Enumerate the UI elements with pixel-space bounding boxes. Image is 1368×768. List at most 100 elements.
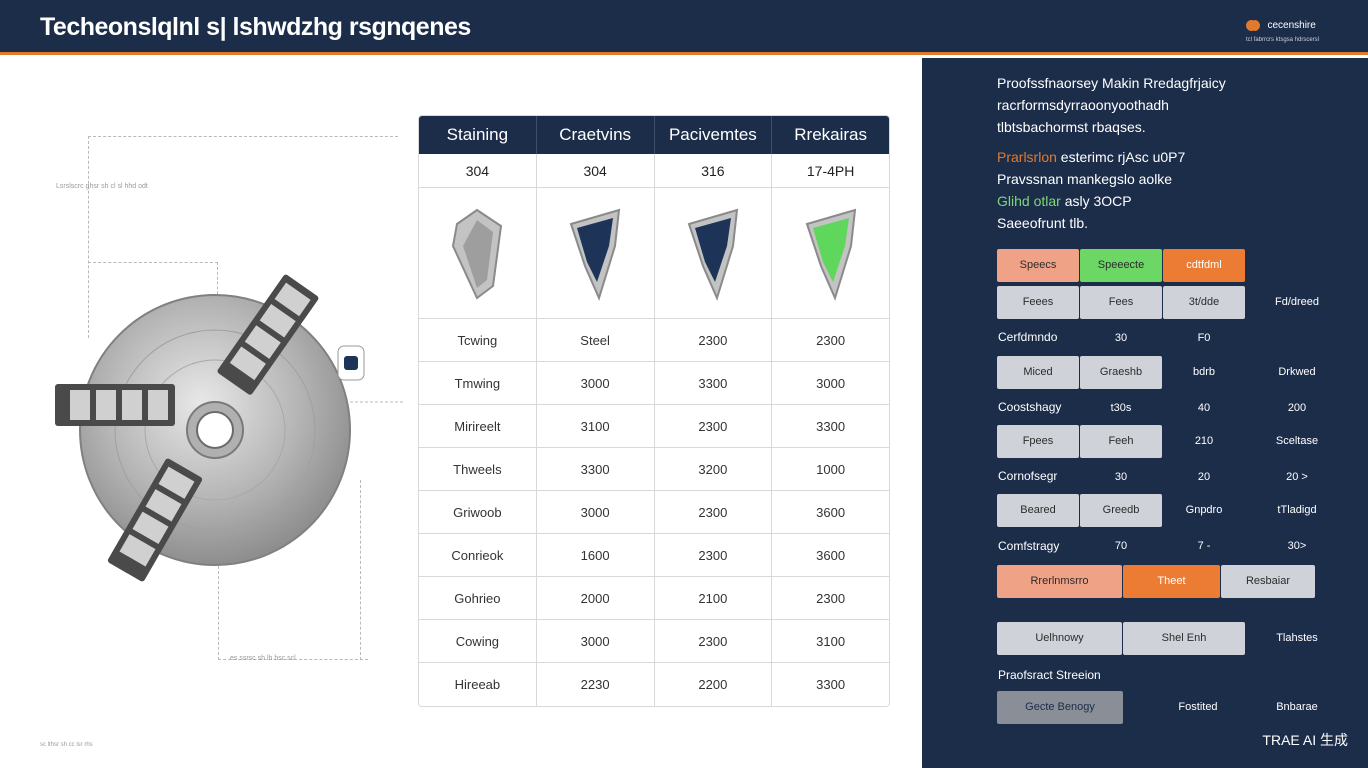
- strategy-value: Bnbarae: [1276, 701, 1318, 713]
- feed-tag[interactable]: Fees: [1080, 286, 1162, 319]
- material-tag[interactable]: Beared: [997, 494, 1079, 527]
- insert-icon: [687, 208, 739, 301]
- table-cell: 2100: [655, 577, 773, 619]
- material-tag[interactable]: Greedb: [1080, 494, 1162, 527]
- table-cell: Cowing: [419, 620, 537, 662]
- table-cell: 2300: [655, 319, 773, 361]
- table-cell: 3300: [537, 448, 655, 490]
- column-header[interactable]: Rrekairas: [772, 116, 889, 154]
- logo-name: cecenshire: [1267, 20, 1316, 32]
- speed-tag[interactable]: Speeecte: [1080, 249, 1162, 282]
- speed-tag[interactable]: Speecs: [997, 249, 1079, 282]
- mode-value: bdrb: [1192, 366, 1216, 378]
- table-cell: Hireeab: [419, 663, 537, 706]
- table-cell: 1000: [816, 462, 846, 477]
- table-cell: Thweels: [419, 448, 537, 490]
- table-cell: Tcwing: [419, 319, 537, 361]
- table-row: Hireeab 2230 2200 3300: [419, 663, 889, 706]
- param-label: Cornofsegr: [998, 469, 1058, 483]
- speed-tag[interactable]: cdtfdml: [1163, 249, 1245, 282]
- material-table: Staining Craetvins Pacivemtes Rrekairas …: [418, 115, 890, 707]
- mode-tag[interactable]: Miced: [997, 356, 1079, 389]
- feed-value: 210: [1194, 435, 1214, 447]
- column-header[interactable]: Craetvins: [537, 116, 655, 154]
- param-label: Coostshagy: [998, 400, 1062, 414]
- table-cell: 2300: [655, 534, 773, 576]
- strategy-button[interactable]: Gecte Benogy: [997, 691, 1123, 724]
- table-row: Tmwing 3000 3300 3000: [419, 362, 889, 405]
- logo-subtitle: tcl fabrrcrs ktsgsa hdrscersl: [1246, 37, 1320, 43]
- table-cell: 3600: [816, 548, 846, 563]
- table-cell: 2300: [655, 491, 773, 533]
- param-value: 7 -: [1197, 540, 1211, 552]
- table-cell: Steel: [537, 319, 655, 361]
- param-value: 30: [1114, 471, 1128, 483]
- table-cell: 3100: [537, 405, 655, 447]
- param-value: 30: [1114, 332, 1128, 344]
- table-cell: 3000: [816, 376, 846, 391]
- mode-value: Drkwed: [1278, 366, 1316, 378]
- strategy-value: Fostited: [1178, 701, 1218, 713]
- table-cell: Gohrieo: [419, 577, 537, 619]
- mode-tag[interactable]: Graeshb: [1080, 356, 1162, 389]
- table-row: Tcwing Steel 2300 2300: [419, 319, 889, 362]
- grade-row: 304 304 316 17-4PH: [419, 154, 889, 188]
- feed-tag[interactable]: Feeh: [1080, 425, 1162, 458]
- column-header[interactable]: Staining: [419, 116, 537, 154]
- table-row: Mirireelt 3100 2300 3300: [419, 405, 889, 448]
- table-cell: 2300: [816, 333, 846, 348]
- result-tag[interactable]: Rrerlnmsrro: [997, 565, 1122, 598]
- feed-tag[interactable]: Feees: [997, 286, 1079, 319]
- param-value: 30>: [1287, 540, 1307, 552]
- param-label: Comfstragy: [998, 539, 1060, 553]
- table-cell: 3000: [537, 620, 655, 662]
- table-cell: Griwoob: [419, 491, 537, 533]
- table-cell: 2000: [537, 577, 655, 619]
- param-value: t30s: [1110, 402, 1132, 414]
- param-value: 20 >: [1286, 471, 1308, 483]
- table-header: Staining Craetvins Pacivemtes Rrekairas: [419, 116, 889, 154]
- table-cell: 3300: [655, 362, 773, 404]
- result-tag[interactable]: Theet: [1123, 565, 1220, 598]
- material-value: tTladigd: [1277, 504, 1317, 516]
- insert-icon: [452, 208, 503, 300]
- table-cell: 3200: [655, 448, 773, 490]
- page-title: Techeonslqlnl s| lshwdzhg rsgnqenes: [40, 13, 471, 41]
- table-cell: Mirireelt: [419, 405, 537, 447]
- table-cell: 2300: [655, 620, 773, 662]
- diagram-caption-top: Lsrslscrc ghsr sh cl sl hhd odt: [56, 183, 148, 190]
- table-cell: Tmwing: [419, 362, 537, 404]
- table-cell: Conrieok: [419, 534, 537, 576]
- header-bar: Techeonslqlnl s| lshwdzhg rsgnqenes cece…: [0, 0, 1368, 55]
- table-row: Conrieok 1600 2300 3600: [419, 534, 889, 577]
- insert-icon: [805, 208, 856, 301]
- table-cell: 3300: [816, 419, 846, 434]
- table-cell: 3000: [537, 491, 655, 533]
- watermark: TRAE AI 生成: [1262, 732, 1348, 748]
- grade-cell: 316: [655, 154, 773, 187]
- feed-tag[interactable]: 3t/dde: [1163, 286, 1245, 319]
- table-cell: 3600: [816, 505, 846, 520]
- param-value: 40: [1197, 402, 1211, 414]
- option-value: Tlahstes: [1276, 632, 1318, 644]
- option-tag[interactable]: Shel Enh: [1123, 622, 1245, 655]
- feed-tag[interactable]: Fpees: [997, 425, 1079, 458]
- table-cell: 3300: [816, 677, 846, 692]
- grade-cell: 304: [419, 154, 537, 187]
- footnote: sc lthsr sh cc lsr rhs: [40, 742, 93, 748]
- chuck-diagram: Lsrslscrc ghsr sh cl sl hhd odt es ssrsc…: [30, 70, 420, 680]
- table-cell: 3000: [537, 362, 655, 404]
- column-header[interactable]: Pacivemtes: [655, 116, 773, 154]
- param-value: 200: [1287, 402, 1307, 414]
- result-tag[interactable]: Resbaiar: [1221, 565, 1315, 598]
- param-label: Cerfdmndo: [998, 330, 1058, 344]
- param-value: 70: [1114, 540, 1128, 552]
- table-row: Thweels 3300 3200 1000: [419, 448, 889, 491]
- sidebar-notes: Prarlsrlon esterimc rjAsc u0P7 Pravssnan…: [997, 149, 1186, 231]
- table-cell: 2230: [537, 663, 655, 706]
- section-label: Praofsract Streeion: [998, 668, 1101, 682]
- table-cell: 2200: [655, 663, 773, 706]
- option-tag[interactable]: Uelhnowy: [997, 622, 1122, 655]
- feed-value: Sceltase: [1275, 435, 1319, 447]
- grade-cell: 304: [537, 154, 655, 187]
